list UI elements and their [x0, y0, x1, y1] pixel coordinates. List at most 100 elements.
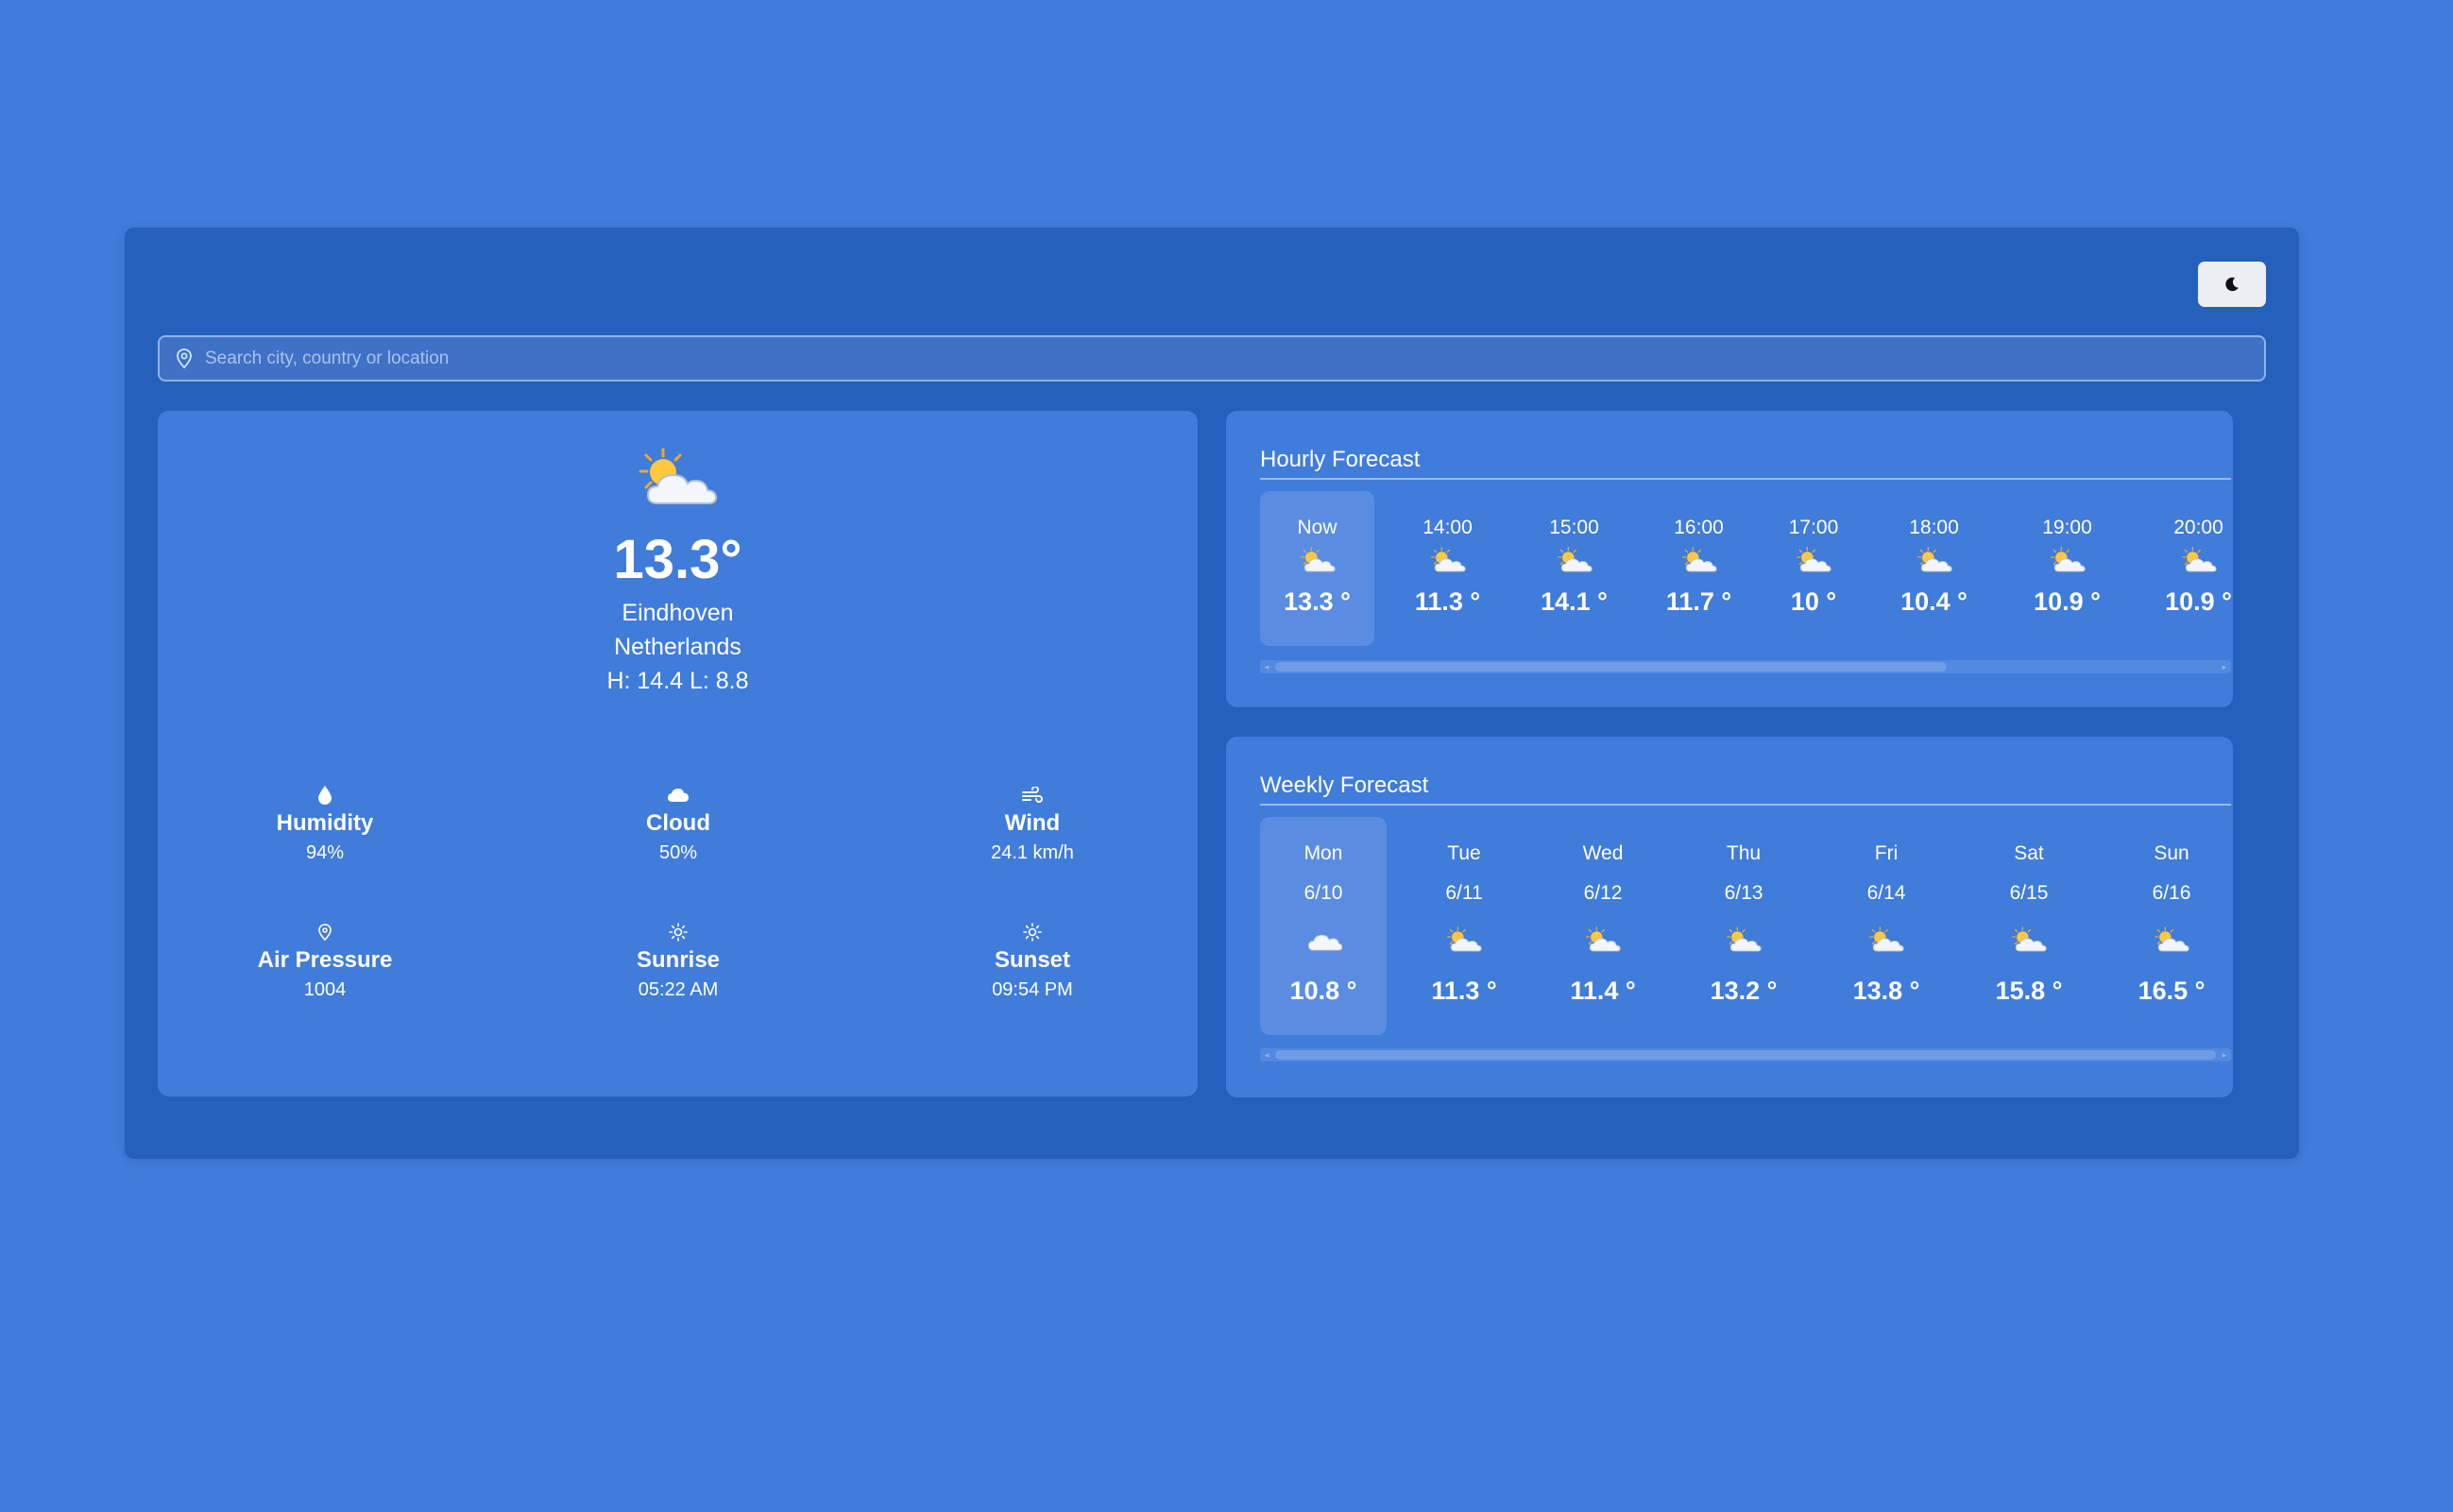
hourly-scroll-thumb[interactable] [1275, 662, 1947, 671]
weekly-date: 6/15 [2009, 882, 2049, 904]
hourly-forecast-panel: Hourly Forecast Now 13.3 ° 14:00 11.3 ° … [1226, 411, 2233, 707]
weekly-date: 6/10 [1303, 882, 1343, 904]
hourly-temperature: 14.1 ° [1541, 587, 1608, 616]
location-pin-icon [177, 348, 192, 368]
hourly-temperature: 10.4 ° [1900, 587, 1968, 616]
stat-value: 1004 [303, 979, 347, 1000]
partly-cloudy-icon [1584, 926, 1622, 956]
weather-app: 13.3° Eindhoven Netherlands H: 14.4 L: 8… [125, 228, 2299, 1159]
pressure-pin-icon [318, 924, 332, 941]
hourly-scrollbar[interactable]: ◂ ▸ [1260, 660, 2231, 673]
partly-cloudy-icon [2049, 546, 2087, 576]
hourly-item[interactable]: 17:00 10 ° [1763, 491, 1865, 646]
weekly-item-mon[interactable]: Mon 6/10 10.8 ° [1260, 817, 1387, 1035]
weekly-item[interactable]: Wed 6/12 11.4 ° [1540, 817, 1666, 1035]
weekly-item[interactable]: Sat 6/15 15.8 ° [1966, 817, 2092, 1035]
weekly-date: 6/14 [1866, 882, 1906, 904]
weekly-scrollbar[interactable]: ◂ ▸ [1260, 1048, 2231, 1062]
sunrise-icon [669, 923, 688, 942]
hourly-time: 20:00 [2173, 517, 2223, 538]
stat-humidity: Humidity 94% [202, 784, 448, 864]
hourly-item[interactable]: 18:00 10.4 ° [1877, 491, 1991, 646]
hourly-time: Now [1297, 517, 1337, 538]
weekly-temperature: 11.3 ° [1431, 977, 1497, 1005]
weekly-date: 6/13 [1724, 882, 1763, 904]
stat-value: 24.1 km/h [991, 842, 1074, 863]
stat-cloud: Cloud 50% [555, 784, 801, 864]
stat-label: Air Pressure [257, 947, 393, 973]
weekly-temperature: 11.4 ° [1570, 977, 1636, 1005]
hourly-temperature: 10.9 ° [2034, 587, 2101, 616]
hourly-forecast-list[interactable]: Now 13.3 ° 14:00 11.3 ° 15:00 14.1 ° 16:… [1260, 411, 2231, 666]
weekly-day: Wed [1582, 842, 1624, 864]
weekly-day: Fri [1874, 842, 1899, 864]
search-bar[interactable] [158, 335, 2266, 382]
stat-sunrise: Sunrise 05:22 AM [555, 921, 801, 1001]
hourly-time: 17:00 [1788, 517, 1839, 538]
weekly-day: Sun [2154, 842, 2189, 864]
high-low-temperature: H: 14.4 L: 8.8 [606, 668, 749, 694]
droplet-icon [318, 786, 332, 805]
weekly-day: Mon [1303, 842, 1343, 864]
partly-cloudy-icon [1916, 546, 1953, 576]
partly-cloudy-icon [1556, 546, 1593, 576]
stat-sunset: Sunset 09:54 PM [910, 921, 1155, 1001]
sunset-icon [1023, 923, 1042, 942]
partly-cloudy-icon [635, 447, 720, 513]
partly-cloudy-icon [2010, 926, 2048, 956]
partly-cloudy-icon [1299, 546, 1337, 576]
scroll-right-arrow[interactable]: ▸ [2218, 660, 2231, 673]
weekly-date: 6/11 [1445, 882, 1483, 904]
hourly-item[interactable]: 20:00 10.9 ° [2141, 491, 2231, 646]
hourly-time: 19:00 [2042, 517, 2092, 538]
cloud-icon [1304, 926, 1342, 956]
hourly-temperature: 11.3 ° [1414, 587, 1481, 616]
scroll-left-arrow[interactable]: ◂ [1260, 660, 1273, 673]
scroll-right-arrow[interactable]: ▸ [2218, 1048, 2231, 1062]
weekly-day: Sat [2014, 842, 2044, 864]
hourly-temperature: 10.9 ° [2165, 587, 2231, 616]
stat-label: Wind [1004, 810, 1061, 836]
weekly-item[interactable]: Tue 6/11 11.3 ° [1401, 817, 1527, 1035]
weekly-forecast-list[interactable]: Mon 6/10 10.8 ° Tue 6/11 11.3 ° Wed 6/12… [1260, 737, 2231, 1048]
hourly-item[interactable]: 19:00 10.9 ° [2010, 491, 2124, 646]
country-name: Netherlands [614, 634, 741, 660]
hourly-item-now[interactable]: Now 13.3 ° [1260, 491, 1374, 646]
hourly-time: 14:00 [1422, 517, 1473, 538]
hourly-item[interactable]: 16:00 11.7 ° [1642, 491, 1756, 646]
scroll-left-arrow[interactable]: ◂ [1260, 1048, 1273, 1062]
theme-toggle-button[interactable] [2198, 262, 2266, 307]
search-input[interactable] [203, 347, 2264, 370]
stat-value: 94% [305, 842, 345, 863]
stat-value: 09:54 PM [992, 979, 1073, 1000]
partly-cloudy-icon [2153, 926, 2190, 956]
weekly-date: 6/12 [1583, 882, 1623, 904]
stat-wind: Wind 24.1 km/h [910, 784, 1155, 864]
hourly-temperature: 11.7 ° [1665, 587, 1732, 616]
city-name: Eindhoven [622, 600, 734, 626]
partly-cloudy-icon [2180, 546, 2218, 576]
hourly-temperature: 13.3 ° [1284, 587, 1351, 616]
weekly-day: Thu [1726, 842, 1762, 864]
hourly-item[interactable]: 14:00 11.3 ° [1390, 491, 1505, 646]
stat-value: 50% [658, 842, 698, 863]
partly-cloudy-icon [1429, 546, 1467, 576]
partly-cloudy-icon [1725, 926, 1763, 956]
current-weather-panel: 13.3° Eindhoven Netherlands H: 14.4 L: 8… [158, 411, 1198, 1096]
weekly-day: Tue [1447, 842, 1481, 864]
weekly-item[interactable]: Sun 6/16 16.5 ° [2108, 817, 2231, 1035]
weekly-item[interactable]: Fri 6/14 13.8 ° [1823, 817, 1950, 1035]
weekly-scroll-thumb[interactable] [1275, 1050, 2216, 1060]
stat-label: Humidity [276, 810, 374, 836]
hourly-item[interactable]: 15:00 14.1 ° [1517, 491, 1631, 646]
weekly-date: 6/16 [2152, 882, 2191, 904]
wind-icon [1022, 787, 1043, 803]
stat-air-pressure: Air Pressure 1004 [202, 921, 448, 1001]
weekly-item[interactable]: Thu 6/13 13.2 ° [1680, 817, 1807, 1035]
hourly-time: 15:00 [1549, 517, 1599, 538]
stat-value: 05:22 AM [638, 979, 719, 1000]
hourly-time: 18:00 [1909, 517, 1959, 538]
weekly-temperature: 15.8 ° [1995, 977, 2063, 1005]
weekly-temperature: 16.5 ° [2138, 977, 2206, 1005]
weekly-forecast-panel: Weekly Forecast Mon 6/10 10.8 ° Tue 6/11… [1226, 737, 2233, 1097]
